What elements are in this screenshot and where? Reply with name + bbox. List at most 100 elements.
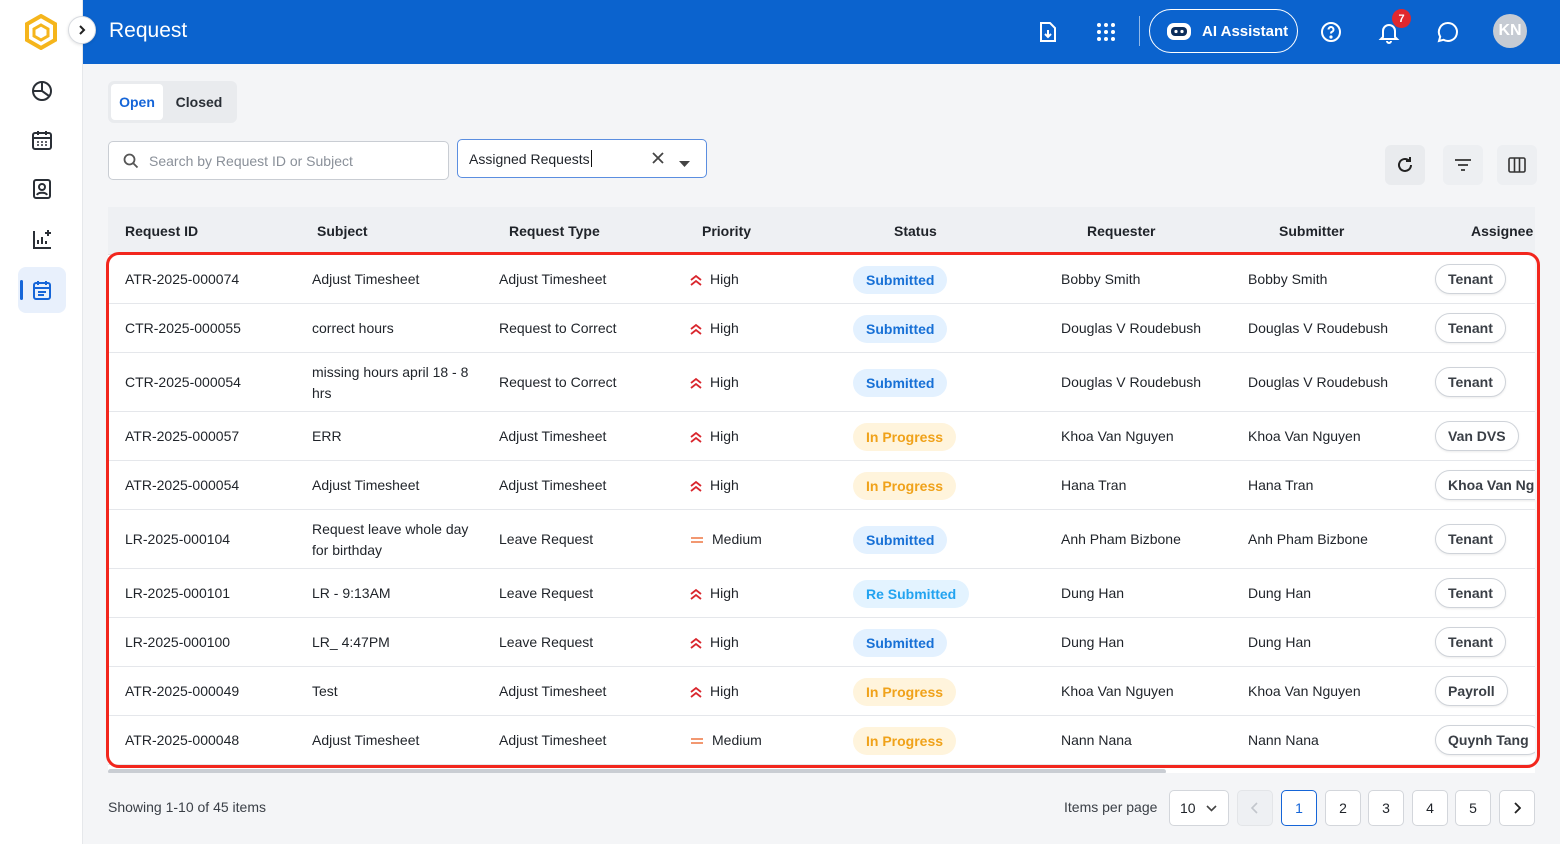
top-header: Request AI Assistant 7 KN	[83, 0, 1560, 64]
table-row[interactable]: ATR-2025-000054 Adjust Timesheet Adjust Ti…	[108, 461, 1535, 510]
prev-page-button[interactable]	[1237, 790, 1273, 826]
nav-reports-icon[interactable]	[18, 216, 66, 262]
requester-name: Anh Pham Bizbone	[1061, 531, 1181, 547]
table-row[interactable]: ATR-2025-000049 Test Adjust Timesheet High I…	[108, 667, 1535, 716]
items-per-page-label: Items per page	[1064, 799, 1158, 815]
table-row[interactable]: LR-2025-000100 LR_ 4:47PM Leave Request Hig…	[108, 618, 1535, 667]
request-filter-select[interactable]: Assigned Requests	[457, 139, 707, 178]
requester-name: Douglas V Roudebush	[1061, 374, 1202, 390]
help-icon[interactable]	[1315, 16, 1347, 48]
app-logo-icon[interactable]	[24, 13, 58, 51]
column-header[interactable]: Request ID	[125, 223, 198, 239]
apps-grid-icon[interactable]	[1090, 16, 1122, 48]
assignee-cell: Tenant	[1435, 312, 1506, 343]
page-button-1[interactable]: 1	[1281, 790, 1317, 826]
tab-open[interactable]: Open	[111, 84, 163, 120]
horizontal-scrollbar[interactable]	[108, 769, 1166, 773]
dropdown-arrow-icon[interactable]	[679, 155, 690, 171]
priority-label: High	[710, 585, 739, 601]
submitter-name: Dung Han	[1248, 634, 1312, 650]
table-row[interactable]: CTR-2025-000055 correct hours Request to C…	[108, 304, 1535, 353]
request-id[interactable]: LR-2025-000101	[125, 583, 230, 604]
request-id[interactable]: LR-2025-000100	[125, 632, 230, 653]
table-row[interactable]: ATR-2025-000048 Adjust Timesheet Adjust Ti…	[108, 716, 1535, 765]
column-header[interactable]: Request Type	[509, 223, 600, 239]
column-header[interactable]: Assignee	[1471, 223, 1533, 239]
request-type: Adjust Timesheet	[499, 271, 607, 287]
assignee-chip[interactable]: Tenant	[1435, 312, 1506, 343]
status-cell: In Progress	[853, 471, 957, 500]
columns-button[interactable]	[1497, 145, 1537, 185]
sidebar-collapse-button[interactable]	[68, 16, 96, 44]
tab-closed[interactable]: Closed	[167, 84, 231, 120]
page-button-2[interactable]: 2	[1325, 790, 1361, 826]
submitter-name: Nann Nana	[1248, 732, 1319, 748]
nav-calendar-icon[interactable]	[18, 117, 66, 163]
nav-dashboard-icon[interactable]	[18, 68, 66, 114]
table-row[interactable]: ATR-2025-000074 Adjust Timesheet Adjust Ti…	[108, 255, 1535, 304]
clear-icon[interactable]	[650, 150, 666, 169]
next-page-button[interactable]	[1499, 790, 1535, 826]
assignee-chip[interactable]: Tenant	[1435, 263, 1506, 294]
requester-name: Hana Tran	[1061, 477, 1127, 493]
user-avatar[interactable]: KN	[1493, 14, 1527, 48]
status-tabs: Open Closed	[108, 81, 237, 123]
download-icon[interactable]	[1032, 16, 1064, 48]
page-button-5[interactable]: 5	[1455, 790, 1491, 826]
items-per-page-select[interactable]: 10	[1169, 790, 1229, 826]
request-id[interactable]: ATR-2025-000054	[125, 475, 239, 496]
requester-name: Khoa Van Nguyen	[1061, 683, 1174, 699]
request-id[interactable]: LR-2025-000104	[125, 529, 230, 550]
assignee-chip[interactable]: Van DVS	[1435, 420, 1519, 451]
column-header[interactable]: Requester	[1087, 223, 1155, 239]
table-row[interactable]: ATR-2025-000057 ERR Adjust Timesheet High In…	[108, 412, 1535, 461]
request-id[interactable]: CTR-2025-000054	[125, 372, 241, 393]
assignee-chip[interactable]: Tenant	[1435, 366, 1506, 397]
table-row[interactable]: CTR-2025-000054 missing hours april 18 - …	[108, 353, 1535, 412]
table-row[interactable]: LR-2025-000104 Request leave whole day fo…	[108, 510, 1535, 569]
assignee-chip[interactable]: Tenant	[1435, 577, 1506, 608]
column-header[interactable]: Submitter	[1279, 223, 1344, 239]
page-button-3[interactable]: 3	[1368, 790, 1404, 826]
assignee-cell: Van DVS	[1435, 420, 1519, 451]
items-count-text: Showing 1-10 of 45 items	[108, 799, 266, 815]
request-id[interactable]: CTR-2025-000055	[125, 318, 241, 339]
assignee-chip[interactable]: Payroll	[1435, 675, 1508, 706]
request-id[interactable]: ATR-2025-000074	[125, 269, 239, 290]
status-cell: In Progress	[853, 677, 957, 706]
requester-name: Dung Han	[1061, 634, 1125, 650]
request-subject: Adjust Timesheet	[312, 477, 420, 493]
assignee-chip[interactable]: Tenant	[1435, 626, 1506, 657]
status-badge: In Progress	[853, 471, 957, 500]
priority-high-icon	[690, 637, 702, 649]
assignee-cell: Tenant	[1435, 523, 1506, 554]
request-type: Adjust Timesheet	[499, 477, 607, 493]
ai-assistant-button[interactable]: AI Assistant	[1149, 9, 1298, 53]
request-type: Leave Request	[499, 634, 594, 650]
request-id[interactable]: ATR-2025-000048	[125, 730, 239, 751]
page-button-4[interactable]: 4	[1412, 790, 1448, 826]
chat-icon[interactable]	[1432, 16, 1464, 48]
nav-requests-icon[interactable]	[18, 267, 66, 313]
assignee-chip[interactable]: Khoa Van Nguyen	[1435, 469, 1535, 500]
table-row[interactable]: LR-2025-000101 LR - 9:13AM Leave Request Hi…	[108, 569, 1535, 618]
assignee-chip[interactable]: Tenant	[1435, 523, 1506, 554]
request-id[interactable]: ATR-2025-000049	[125, 681, 239, 702]
column-header[interactable]: Priority	[702, 223, 751, 239]
request-id[interactable]: ATR-2025-000057	[125, 426, 239, 447]
status-cell: Submitted	[853, 628, 948, 657]
refresh-button[interactable]	[1385, 145, 1425, 185]
request-subject: missing hours april 18 - 8 hrs	[312, 363, 469, 401]
assignee-chip[interactable]: Quynh Tang	[1435, 724, 1535, 755]
priority-label: Medium	[712, 531, 762, 547]
priority-cell: High	[690, 632, 739, 653]
status-cell: Re Submitted	[853, 579, 970, 608]
filter-button[interactable]	[1443, 145, 1483, 185]
column-header[interactable]: Subject	[317, 223, 368, 239]
priority-high-icon	[690, 431, 702, 443]
priority-label: High	[710, 477, 739, 493]
nav-contacts-icon[interactable]	[18, 166, 66, 212]
column-header[interactable]: Status	[894, 223, 937, 239]
search-input[interactable]	[149, 152, 429, 169]
items-per-page-value: 10	[1180, 800, 1196, 816]
